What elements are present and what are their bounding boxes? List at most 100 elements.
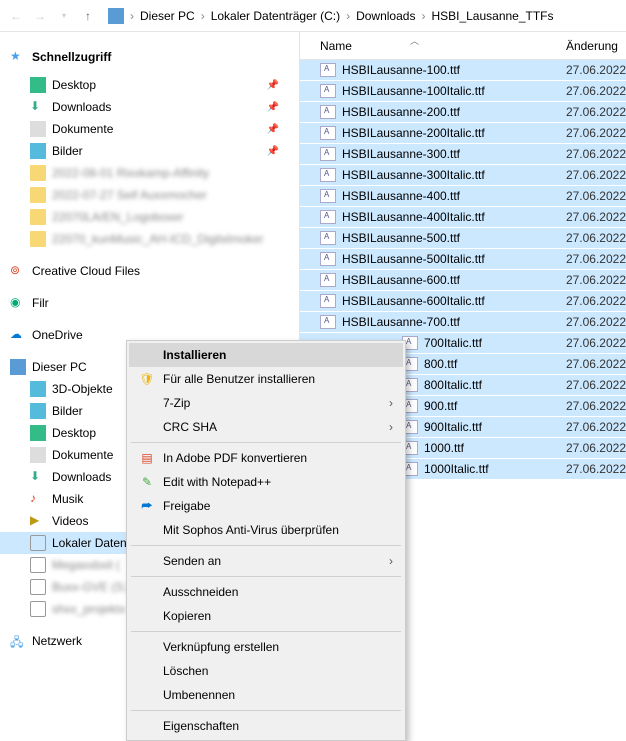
sidebar-downloads[interactable]: ⬇Downloads📌 <box>0 96 299 118</box>
sidebar-folder[interactable]: 22070LA/EN_Logoboxer <box>0 206 299 228</box>
chevron-right-icon: › <box>389 396 393 410</box>
sidebar-filr[interactable]: ◉Filr <box>0 292 299 314</box>
file-row[interactable]: HSBILausanne-600.ttf27.06.2022 <box>300 270 626 291</box>
forward-button[interactable]: → <box>28 4 52 28</box>
file-name: HSBILausanne-100Italic.ttf <box>342 84 566 98</box>
file-row[interactable]: HSBILausanne-500Italic.ttf27.06.2022 <box>300 249 626 270</box>
menu-crc[interactable]: CRC SHA› <box>129 415 403 439</box>
disc-icon <box>30 579 46 595</box>
pin-icon: 📌 <box>266 146 278 157</box>
file-row[interactable]: HSBILausanne-500.ttf27.06.2022 <box>300 228 626 249</box>
menu-pdf[interactable]: ▤In Adobe PDF konvertieren <box>129 446 403 470</box>
menu-sophos[interactable]: Mit Sophos Anti-Virus überprüfen <box>129 518 403 542</box>
menu-separator <box>131 710 401 711</box>
crumb-downloads[interactable]: Downloads <box>352 9 419 23</box>
menu-install[interactable]: Installieren <box>129 343 403 367</box>
file-date: 27.06.2022 <box>566 420 626 434</box>
file-row[interactable]: HSBILausanne-300Italic.ttf27.06.2022 <box>300 165 626 186</box>
sidebar-ccf[interactable]: ⊚Creative Cloud Files <box>0 260 299 282</box>
crumb-folder[interactable]: HSBI_Lausanne_TTFs <box>427 9 557 23</box>
desktop-icon <box>30 77 46 93</box>
file-name: HSBILausanne-200.ttf <box>342 105 566 119</box>
file-name: HSBILausanne-400Italic.ttf <box>342 210 566 224</box>
back-button[interactable]: ← <box>4 4 28 28</box>
file-row[interactable]: HSBILausanne-100.ttf27.06.2022 <box>300 60 626 81</box>
col-modified[interactable]: Änderung <box>566 39 618 53</box>
sidebar-quickaccess[interactable]: ★Schnellzugriff <box>0 46 299 68</box>
chevron-right-icon: › <box>344 9 352 23</box>
font-file-icon <box>320 210 336 224</box>
sidebar-folder[interactable]: 2022-08-01 Rixxkamp-Affinity <box>0 162 299 184</box>
menu-copy[interactable]: Kopieren <box>129 604 403 628</box>
menu-properties[interactable]: Eigenschaften <box>129 714 403 738</box>
up-button[interactable]: ↑ <box>76 4 100 28</box>
sidebar-documents[interactable]: Dokumente📌 <box>0 118 299 140</box>
menu-delete[interactable]: Löschen <box>129 659 403 683</box>
font-file-icon <box>320 315 336 329</box>
folder-icon <box>30 187 46 203</box>
breadcrumb[interactable]: › Dieser PC › Lokaler Datenträger (C:) ›… <box>104 4 622 28</box>
documents-icon <box>30 121 46 137</box>
3d-icon <box>30 381 46 397</box>
file-row[interactable]: HSBILausanne-100Italic.ttf27.06.2022 <box>300 81 626 102</box>
file-row[interactable]: HSBILausanne-400.ttf27.06.2022 <box>300 186 626 207</box>
file-name: HSBILausanne-500.ttf <box>342 231 566 245</box>
chevron-right-icon: › <box>419 9 427 23</box>
col-name[interactable]: Name <box>320 39 566 53</box>
crumb-pc[interactable]: Dieser PC <box>136 9 199 23</box>
blank-icon <box>137 608 157 624</box>
menu-install-all[interactable]: 🛡Für alle Benutzer installieren <box>129 367 403 391</box>
blank-icon <box>137 639 157 655</box>
sidebar-pictures[interactable]: Bilder📌 <box>0 140 299 162</box>
file-row[interactable]: HSBILausanne-300.ttf27.06.2022 <box>300 144 626 165</box>
sidebar-folder[interactable]: 22070_kunMusic_AH-ICD_Digitxlmoker <box>0 228 299 250</box>
chevron-right-icon: › <box>199 9 207 23</box>
blank-icon <box>137 663 157 679</box>
sidebar-folder[interactable]: 2022-07-27 Seif Auxxmocher <box>0 184 299 206</box>
recent-button[interactable]: ▾ <box>52 4 76 28</box>
pin-icon: 📌 <box>266 124 278 135</box>
file-name: 900Italic.ttf <box>424 420 566 434</box>
file-date: 27.06.2022 <box>566 63 626 77</box>
menu-cut[interactable]: Ausschneiden <box>129 580 403 604</box>
notepad-icon: ✎ <box>137 474 157 490</box>
disc-icon <box>30 557 46 573</box>
file-date: 27.06.2022 <box>566 147 626 161</box>
file-name: HSBILausanne-100.ttf <box>342 63 566 77</box>
pictures-icon <box>30 143 46 159</box>
menu-npp[interactable]: ✎Edit with Notepad++ <box>129 470 403 494</box>
blank-icon <box>137 584 157 600</box>
video-icon: ▶ <box>30 513 46 529</box>
file-row[interactable]: HSBILausanne-400Italic.ttf27.06.2022 <box>300 207 626 228</box>
font-file-icon <box>320 189 336 203</box>
blank-icon <box>137 419 157 435</box>
font-file-icon <box>320 231 336 245</box>
file-name: 1000.ttf <box>424 441 566 455</box>
pin-icon: 📌 <box>266 80 278 91</box>
share-icon: ⮫ <box>137 498 157 514</box>
file-row[interactable]: HSBILausanne-200.ttf27.06.2022 <box>300 102 626 123</box>
menu-7zip[interactable]: 7-Zip› <box>129 391 403 415</box>
file-row[interactable]: HSBILausanne-600Italic.ttf27.06.2022 <box>300 291 626 312</box>
file-name: 800.ttf <box>424 357 566 371</box>
column-header[interactable]: ︿ Name Änderung <box>300 32 626 60</box>
file-date: 27.06.2022 <box>566 189 626 203</box>
menu-link[interactable]: Verknüpfung erstellen <box>129 635 403 659</box>
file-date: 27.06.2022 <box>566 105 626 119</box>
file-name: 800Italic.ttf <box>424 378 566 392</box>
blank-icon <box>137 718 157 734</box>
menu-rename[interactable]: Umbenennen <box>129 683 403 707</box>
file-row[interactable]: HSBILausanne-700.ttf27.06.2022 <box>300 312 626 333</box>
sort-indicator-icon: ︿ <box>410 34 419 47</box>
crumb-drive[interactable]: Lokaler Datenträger (C:) <box>207 9 344 23</box>
file-name: HSBILausanne-300Italic.ttf <box>342 168 566 182</box>
menu-send[interactable]: Senden an› <box>129 549 403 573</box>
file-name: 1000Italic.ttf <box>424 462 566 476</box>
file-row[interactable]: HSBILausanne-200Italic.ttf27.06.2022 <box>300 123 626 144</box>
file-date: 27.06.2022 <box>566 399 626 413</box>
documents-icon <box>30 447 46 463</box>
chevron-right-icon: › <box>128 9 136 23</box>
chevron-right-icon: › <box>389 420 393 434</box>
sidebar-desktop[interactable]: Desktop📌 <box>0 74 299 96</box>
menu-share[interactable]: ⮫Freigabe <box>129 494 403 518</box>
